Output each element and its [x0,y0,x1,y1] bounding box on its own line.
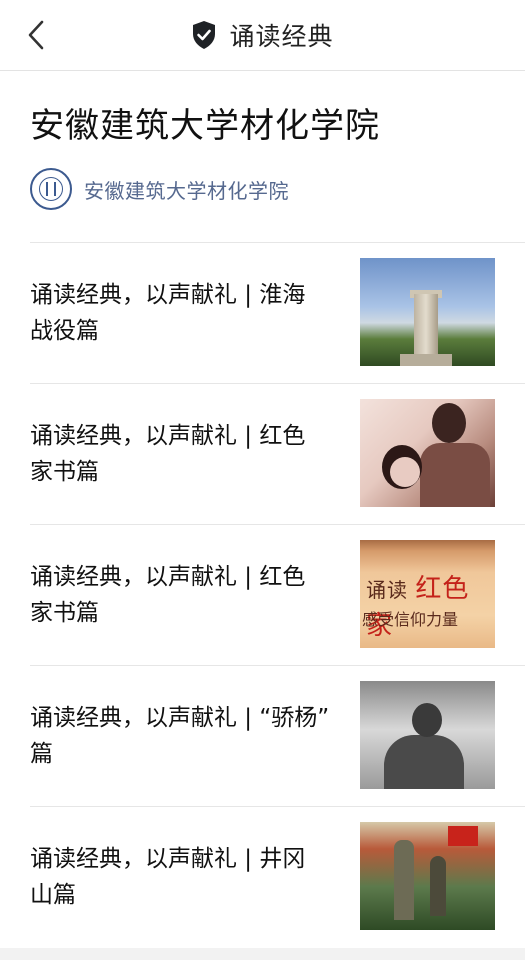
figure-head [432,403,466,443]
statue-head [412,703,442,737]
figure-face [390,457,420,487]
nav-title-group: 诵读经典 [0,0,525,70]
couple-thumbnail [360,399,495,507]
painting-thumbnail [360,822,495,930]
monument-tower [414,294,438,362]
painting-figure [394,840,414,920]
bottom-divider [0,948,525,960]
page-header: 安徽建筑大学材化学院 [30,100,495,152]
thumb-text-line: 诵读 红色家 [366,568,495,642]
list-item[interactable]: 诵读经典，以声献礼 | 井冈 山篇 [30,806,525,947]
figure-body [420,443,490,507]
account-link[interactable]: 安徽建筑大学材化学院 [30,168,289,210]
thumb-text-line2: 感受信仰力量 [362,610,459,629]
article-title: 诵读经典，以声献礼 | 红色 家书篇 [30,559,330,631]
article-title-line: 诵读经典，以声献礼 | 红色 [30,564,306,590]
article-title: 诵读经典，以声献礼 | 红色 家书篇 [30,418,330,490]
list-item[interactable]: 诵读经典，以声献礼 | 淮海 战役篇 [30,242,525,383]
list-item[interactable]: 诵读经典，以声献礼 | 红色 家书篇 诵读 红色家 感受信仰力量 [30,524,525,665]
page-title: 安徽建筑大学材化学院 [30,106,380,146]
calligraphy-thumbnail: 诵读 红色家 感受信仰力量 [360,540,495,648]
article-title-line: 诵读经典，以声献礼 | 井冈 [30,846,306,872]
article-title-line: 诵读经典，以声献礼 | 红色 [30,423,306,449]
shield-check-icon [193,21,216,49]
article-title-line: 家书篇 [30,600,99,626]
statue-torso [384,735,464,789]
red-flag [448,826,478,846]
logo-mark [46,182,56,196]
monument-base [400,354,452,366]
article-title: 诵读经典，以声献礼 | “骄杨” 篇 [30,700,330,772]
list-item[interactable]: 诵读经典，以声献礼 | 红色 家书篇 [30,383,525,524]
article-title-line: 诵读经典，以声献礼 | “骄杨” [30,705,330,731]
article-title-line: 篇 [30,741,53,767]
article-title-line: 战役篇 [30,318,99,344]
article-title-line: 山篇 [30,882,76,908]
article-title-line: 家书篇 [30,459,99,485]
avatar [30,168,72,210]
top-nav-bar: 诵读经典 [0,0,525,71]
article-title: 诵读经典，以声献礼 | 淮海 战役篇 [30,277,330,349]
nav-title: 诵读经典 [229,22,334,51]
article-list: 诵读经典，以声献礼 | 淮海 战役篇 诵读经典，以声献礼 | 红色 家书篇 诵读… [30,242,525,947]
account-name: 安徽建筑大学材化学院 [84,178,289,203]
list-item[interactable]: 诵读经典，以声献礼 | “骄杨” 篇 [30,665,525,806]
painting-figure [430,856,446,916]
article-title-line: 诵读经典，以声献礼 | 淮海 [30,282,306,308]
article-title: 诵读经典，以声献礼 | 井冈 山篇 [30,841,330,913]
monument-thumbnail [360,258,495,366]
statue-thumbnail [360,681,495,789]
thumb-text: 诵读 [366,578,408,602]
